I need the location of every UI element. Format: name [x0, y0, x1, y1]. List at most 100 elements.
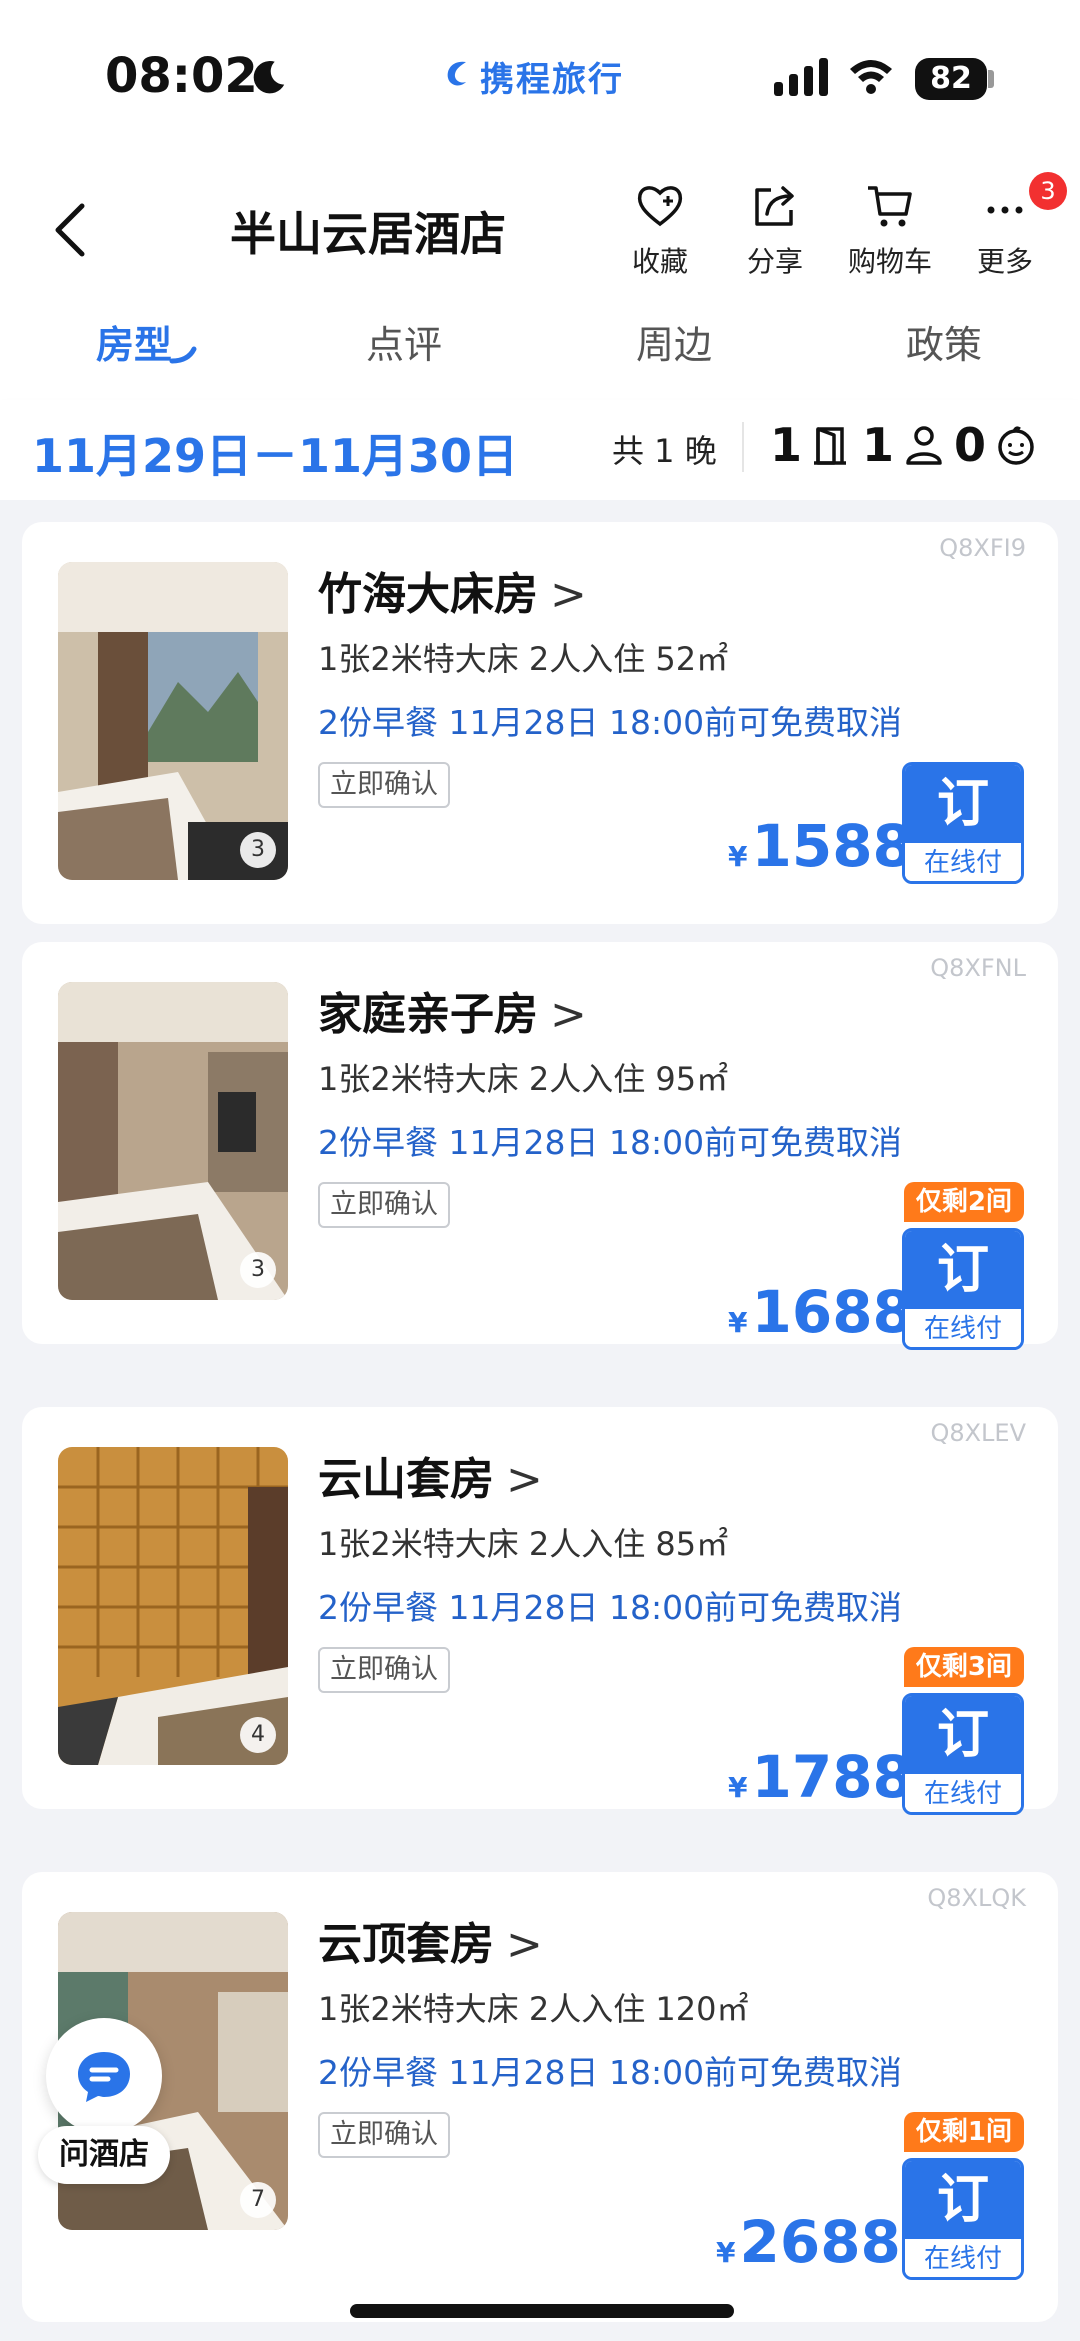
header: 半山云居酒店 收藏 分享 购物车 更多 3	[0, 170, 1080, 290]
favorite-label: 收藏	[631, 245, 688, 278]
cart-button[interactable]: 购物车	[840, 180, 940, 280]
tab-room-types[interactable]: 房型	[34, 314, 234, 369]
room-price: ¥1788	[728, 1743, 913, 1811]
price-value: 1588	[751, 812, 913, 880]
room-card[interactable]: Q8XLQK 7 云顶套房 > 1张2米特大床 2人入住 120㎡ 2份早餐 11…	[22, 1872, 1058, 2322]
room-code: Q8XLQK	[927, 1884, 1026, 1912]
room-spec: 1张2米特大床 2人入住 120㎡	[318, 1990, 749, 2028]
room-policy: 2份早餐 11月28日 18:00前可免费取消	[318, 1123, 903, 1162]
photo-count: 7	[240, 2182, 276, 2218]
book-button[interactable]: 订 在线付	[902, 762, 1024, 884]
favorite-button[interactable]: 收藏	[610, 180, 710, 280]
moon-icon	[253, 61, 285, 94]
more-button[interactable]: 更多 3	[955, 172, 1067, 280]
chevron-right-icon: >	[550, 569, 587, 620]
cart-label: 购物车	[847, 245, 932, 278]
room-photo[interactable]: 3	[58, 982, 288, 1300]
room-card[interactable]: Q8XFI9 3 竹海大床房 > 1张2米特大床 2人入住 52㎡ 2份早餐 11…	[22, 522, 1058, 924]
stay-date-range[interactable]: 11月29日－11月30日	[32, 420, 518, 486]
rooms-left-badge: 仅剩2间	[903, 1182, 1024, 1222]
room-count: 1	[770, 418, 803, 472]
room-code: Q8XFI9	[939, 534, 1026, 562]
status-time: 08:02	[105, 48, 258, 104]
currency-symbol: ¥	[728, 840, 748, 873]
pay-online-label: 在线付	[905, 2239, 1021, 2277]
room-price: ¥1588	[728, 812, 913, 880]
room-card[interactable]: Q8XFNL 3 家庭亲子房 > 1张2米特大床 2人入住 95㎡ 2份早餐 11…	[22, 942, 1058, 1350]
wifi-icon	[850, 60, 892, 94]
room-name-text: 家庭亲子房	[318, 989, 538, 1040]
chevron-right-icon: >	[550, 989, 587, 1040]
adult-icon	[906, 426, 942, 465]
room-photo[interactable]: 4	[58, 1447, 288, 1765]
more-label: 更多	[976, 245, 1033, 278]
cart-icon	[868, 186, 912, 227]
active-tab-indicator	[169, 346, 197, 364]
photo-count: 4	[240, 1717, 276, 1753]
room-code: Q8XFNL	[930, 954, 1026, 982]
book-label: 订	[905, 1231, 1021, 1309]
occupancy-selector[interactable]: 1 1 0	[770, 418, 1038, 472]
price-value: 1688	[751, 1278, 913, 1346]
room-name[interactable]: 竹海大床房 >	[318, 558, 587, 622]
nights-count: 共 1 晚	[612, 432, 717, 470]
tab-policy[interactable]: 政策	[844, 314, 1044, 369]
child-icon	[998, 426, 1034, 465]
chat-bubble-icon	[78, 2052, 130, 2102]
room-name[interactable]: 云顶套房 >	[318, 1908, 543, 1972]
room-price: ¥2688	[716, 2208, 901, 2276]
tab-bar: 房型 点评 周边 政策	[0, 300, 1080, 380]
room-spec: 1张2米特大床 2人入住 95㎡	[318, 1060, 729, 1098]
instant-confirm-tag: 立即确认	[318, 2112, 450, 2158]
price-value: 1788	[751, 1743, 913, 1811]
rooms-left-badge: 仅剩1间	[903, 2112, 1024, 2152]
back-icon[interactable]	[48, 200, 92, 260]
door-icon	[814, 427, 847, 465]
heart-icon	[637, 186, 683, 227]
room-name[interactable]: 云山套房 >	[318, 1443, 543, 1507]
pay-online-label: 在线付	[905, 843, 1021, 881]
book-button[interactable]: 订 在线付	[902, 1228, 1024, 1350]
chevron-right-icon: >	[506, 1919, 543, 1970]
pay-online-label: 在线付	[905, 1774, 1021, 1812]
book-button[interactable]: 订 在线付	[902, 1693, 1024, 1815]
adult-count: 1	[862, 418, 895, 472]
divider	[742, 422, 744, 472]
brand-name: 携程旅行	[480, 60, 624, 100]
ask-hotel-button[interactable]: 问酒店	[38, 2018, 170, 2188]
tab-reviews[interactable]: 点评	[304, 314, 504, 369]
share-button[interactable]: 分享	[725, 180, 825, 280]
room-name[interactable]: 家庭亲子房 >	[318, 978, 587, 1042]
room-policy: 2份早餐 11月28日 18:00前可免费取消	[318, 1588, 903, 1627]
child-count: 0	[954, 418, 987, 472]
currency-symbol: ¥	[728, 1771, 748, 1804]
battery-tip	[988, 70, 994, 88]
home-indicator[interactable]	[350, 2304, 734, 2318]
room-name-text: 竹海大床房	[318, 569, 538, 620]
photo-count: 3	[240, 1252, 276, 1288]
room-photo[interactable]: 3	[58, 562, 288, 880]
tab-nearby[interactable]: 周边	[574, 314, 774, 369]
room-spec: 1张2米特大床 2人入住 85㎡	[318, 1525, 729, 1563]
photo-count: 3	[240, 832, 276, 868]
book-label: 订	[905, 2161, 1021, 2239]
instant-confirm-tag: 立即确认	[318, 1647, 450, 1693]
ctrip-logo-icon	[447, 61, 466, 86]
ask-hotel-circle	[46, 2018, 162, 2134]
price-value: 2688	[739, 2208, 901, 2276]
share-icon	[755, 186, 794, 226]
chevron-right-icon: >	[506, 1454, 543, 1505]
book-label: 订	[905, 1696, 1021, 1774]
page-title: 半山云居酒店	[230, 207, 506, 261]
share-label: 分享	[746, 245, 803, 278]
rooms-left-badge: 仅剩3间	[903, 1647, 1024, 1687]
book-button[interactable]: 订 在线付	[902, 2158, 1024, 2280]
ask-hotel-label: 问酒店	[38, 2126, 170, 2184]
notification-badge: 3	[1029, 172, 1067, 210]
pay-online-label: 在线付	[905, 1309, 1021, 1347]
status-bar: 08:02 携程旅行 82	[0, 0, 1080, 150]
more-icon	[987, 206, 1023, 214]
battery-indicator: 82	[915, 58, 987, 100]
date-bar[interactable]: 11月29日－11月30日 共 1 晚 1 1 0	[0, 400, 1080, 500]
room-card[interactable]: Q8XLEV 4 云山套房 > 1张2米特大床 2人入住 85㎡ 2份早餐 11月…	[22, 1407, 1058, 1815]
